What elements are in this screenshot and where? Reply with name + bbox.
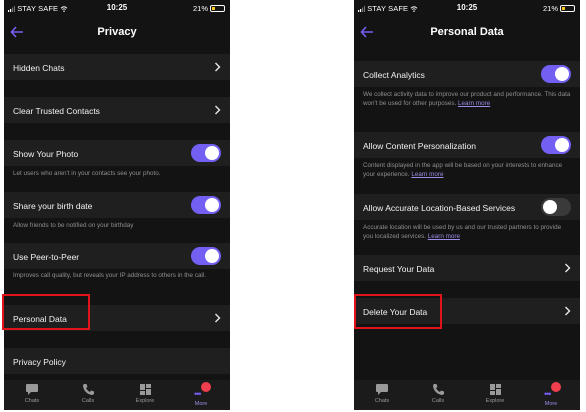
battery-indicator: 21% <box>543 4 575 13</box>
phone-icon <box>432 384 444 395</box>
row-label: Share your birth date <box>13 201 93 211</box>
more-dots-icon: ••• <box>542 382 561 399</box>
personal-data-highlight <box>2 294 90 330</box>
tab-label: Explore <box>135 398 155 404</box>
nav-bar: Privacy <box>4 18 230 46</box>
delete-data-highlight <box>354 294 442 329</box>
chevron-right-icon <box>565 263 571 273</box>
tab-bar: Chats Calls Explore ••• More <box>4 380 230 410</box>
tab-label: Chats <box>374 398 390 404</box>
privacy-policy-row[interactable]: Privacy Policy <box>4 348 230 374</box>
peer-to-peer-description: Improves call quality, but reveals your … <box>13 272 206 279</box>
location-services-row: Allow Accurate Location-Based Services <box>354 194 580 220</box>
tab-label: Calls <box>81 398 95 404</box>
tab-explore[interactable]: Explore <box>125 383 165 404</box>
tab-label: More <box>194 401 208 407</box>
page-title: Personal Data <box>430 26 504 38</box>
tab-explore[interactable]: Explore <box>475 383 515 404</box>
collect-analytics-row: Collect Analytics <box>354 61 580 87</box>
description-text: Content displayed in the app will be bas… <box>363 162 563 179</box>
status-bar: STAY SAFE 10:25 21% <box>354 0 580 14</box>
location-services-toggle[interactable] <box>541 198 571 216</box>
battery-percent: 21% <box>542 4 558 13</box>
toggle-knob <box>555 138 569 152</box>
row-label: Allow Accurate Location-Based Services <box>363 203 516 213</box>
content-personalization-toggle[interactable] <box>541 136 571 154</box>
request-data-row[interactable]: Request Your Data <box>354 255 580 281</box>
show-photo-description: Let users who aren't in your contacts se… <box>13 170 161 177</box>
explore-grid-icon <box>139 384 151 395</box>
more-dots-icon: ••• <box>192 382 211 399</box>
row-label: Show Your Photo <box>13 149 79 159</box>
toggle-knob <box>543 200 557 214</box>
tab-label: Calls <box>431 398 445 404</box>
page-title: Privacy <box>97 26 137 38</box>
row-label: Use Peer-to-Peer <box>13 252 80 262</box>
chat-bubble-icon <box>26 384 38 395</box>
battery-icon <box>210 5 225 12</box>
learn-more-link[interactable]: Learn more <box>411 171 443 178</box>
chevron-right-icon <box>565 306 571 316</box>
tab-label: Chats <box>24 398 40 404</box>
privacy-screen: STAY SAFE 10:25 21% Privacy Hidden Chats… <box>4 0 230 410</box>
collect-analytics-description: We collect activity data to improve our … <box>363 90 572 109</box>
explore-grid-icon <box>489 384 501 395</box>
row-label: Allow Content Personalization <box>363 141 476 151</box>
battery-icon <box>560 5 575 12</box>
notification-badge <box>551 382 561 392</box>
status-bar: STAY SAFE 10:25 21% <box>4 0 230 14</box>
battery-indicator: 21% <box>193 4 225 13</box>
tab-label: More <box>544 401 558 407</box>
row-label: Request Your Data <box>363 264 435 274</box>
content-personalization-row: Allow Content Personalization <box>354 132 580 158</box>
toggle-knob <box>205 198 219 212</box>
tab-calls[interactable]: Calls <box>418 383 458 404</box>
content-personalization-description: Content displayed in the app will be bas… <box>363 161 572 180</box>
row-label: Clear Trusted Contacts <box>13 106 100 116</box>
personal-data-screen: STAY SAFE 10:25 21% Personal Data Collec… <box>354 0 580 410</box>
learn-more-link[interactable]: Learn more <box>428 233 460 240</box>
tab-chats[interactable]: Chats <box>362 383 402 404</box>
row-label: Collect Analytics <box>363 70 425 80</box>
tab-chats[interactable]: Chats <box>12 383 52 404</box>
birth-date-description: Allow friends to be notified on your bir… <box>13 222 134 229</box>
show-photo-row: Show Your Photo <box>4 140 230 166</box>
tab-bar: Chats Calls Explore ••• More <box>354 380 580 410</box>
chevron-right-icon <box>215 62 221 72</box>
notification-badge <box>201 382 211 392</box>
battery-percent: 21% <box>192 4 208 13</box>
chevron-right-icon <box>215 105 221 115</box>
birth-date-row: Share your birth date <box>4 192 230 218</box>
tab-calls[interactable]: Calls <box>68 383 108 404</box>
phone-icon <box>82 384 94 395</box>
chevron-right-icon <box>215 313 221 323</box>
birth-date-toggle[interactable] <box>191 196 221 214</box>
peer-to-peer-row: Use Peer-to-Peer <box>4 243 230 269</box>
tab-more[interactable]: ••• More <box>181 382 221 407</box>
toggle-knob <box>205 146 219 160</box>
nav-bar: Personal Data <box>354 18 580 46</box>
collect-analytics-toggle[interactable] <box>541 65 571 83</box>
clear-trusted-contacts-row[interactable]: Clear Trusted Contacts <box>4 97 230 123</box>
show-photo-toggle[interactable] <box>191 144 221 162</box>
learn-more-link[interactable]: Learn more <box>458 100 490 107</box>
location-services-description: Accurate location will be used by us and… <box>363 223 572 242</box>
description-text: Accurate location will be used by us and… <box>363 224 562 241</box>
toggle-knob <box>205 249 219 263</box>
toggle-knob <box>555 67 569 81</box>
peer-to-peer-toggle[interactable] <box>191 247 221 265</box>
tab-label: Explore <box>485 398 505 404</box>
row-label: Hidden Chats <box>13 63 65 73</box>
row-label: Privacy Policy <box>13 357 66 367</box>
hidden-chats-row[interactable]: Hidden Chats <box>4 54 230 80</box>
chat-bubble-icon <box>376 384 388 395</box>
tab-more[interactable]: ••• More <box>531 382 571 407</box>
